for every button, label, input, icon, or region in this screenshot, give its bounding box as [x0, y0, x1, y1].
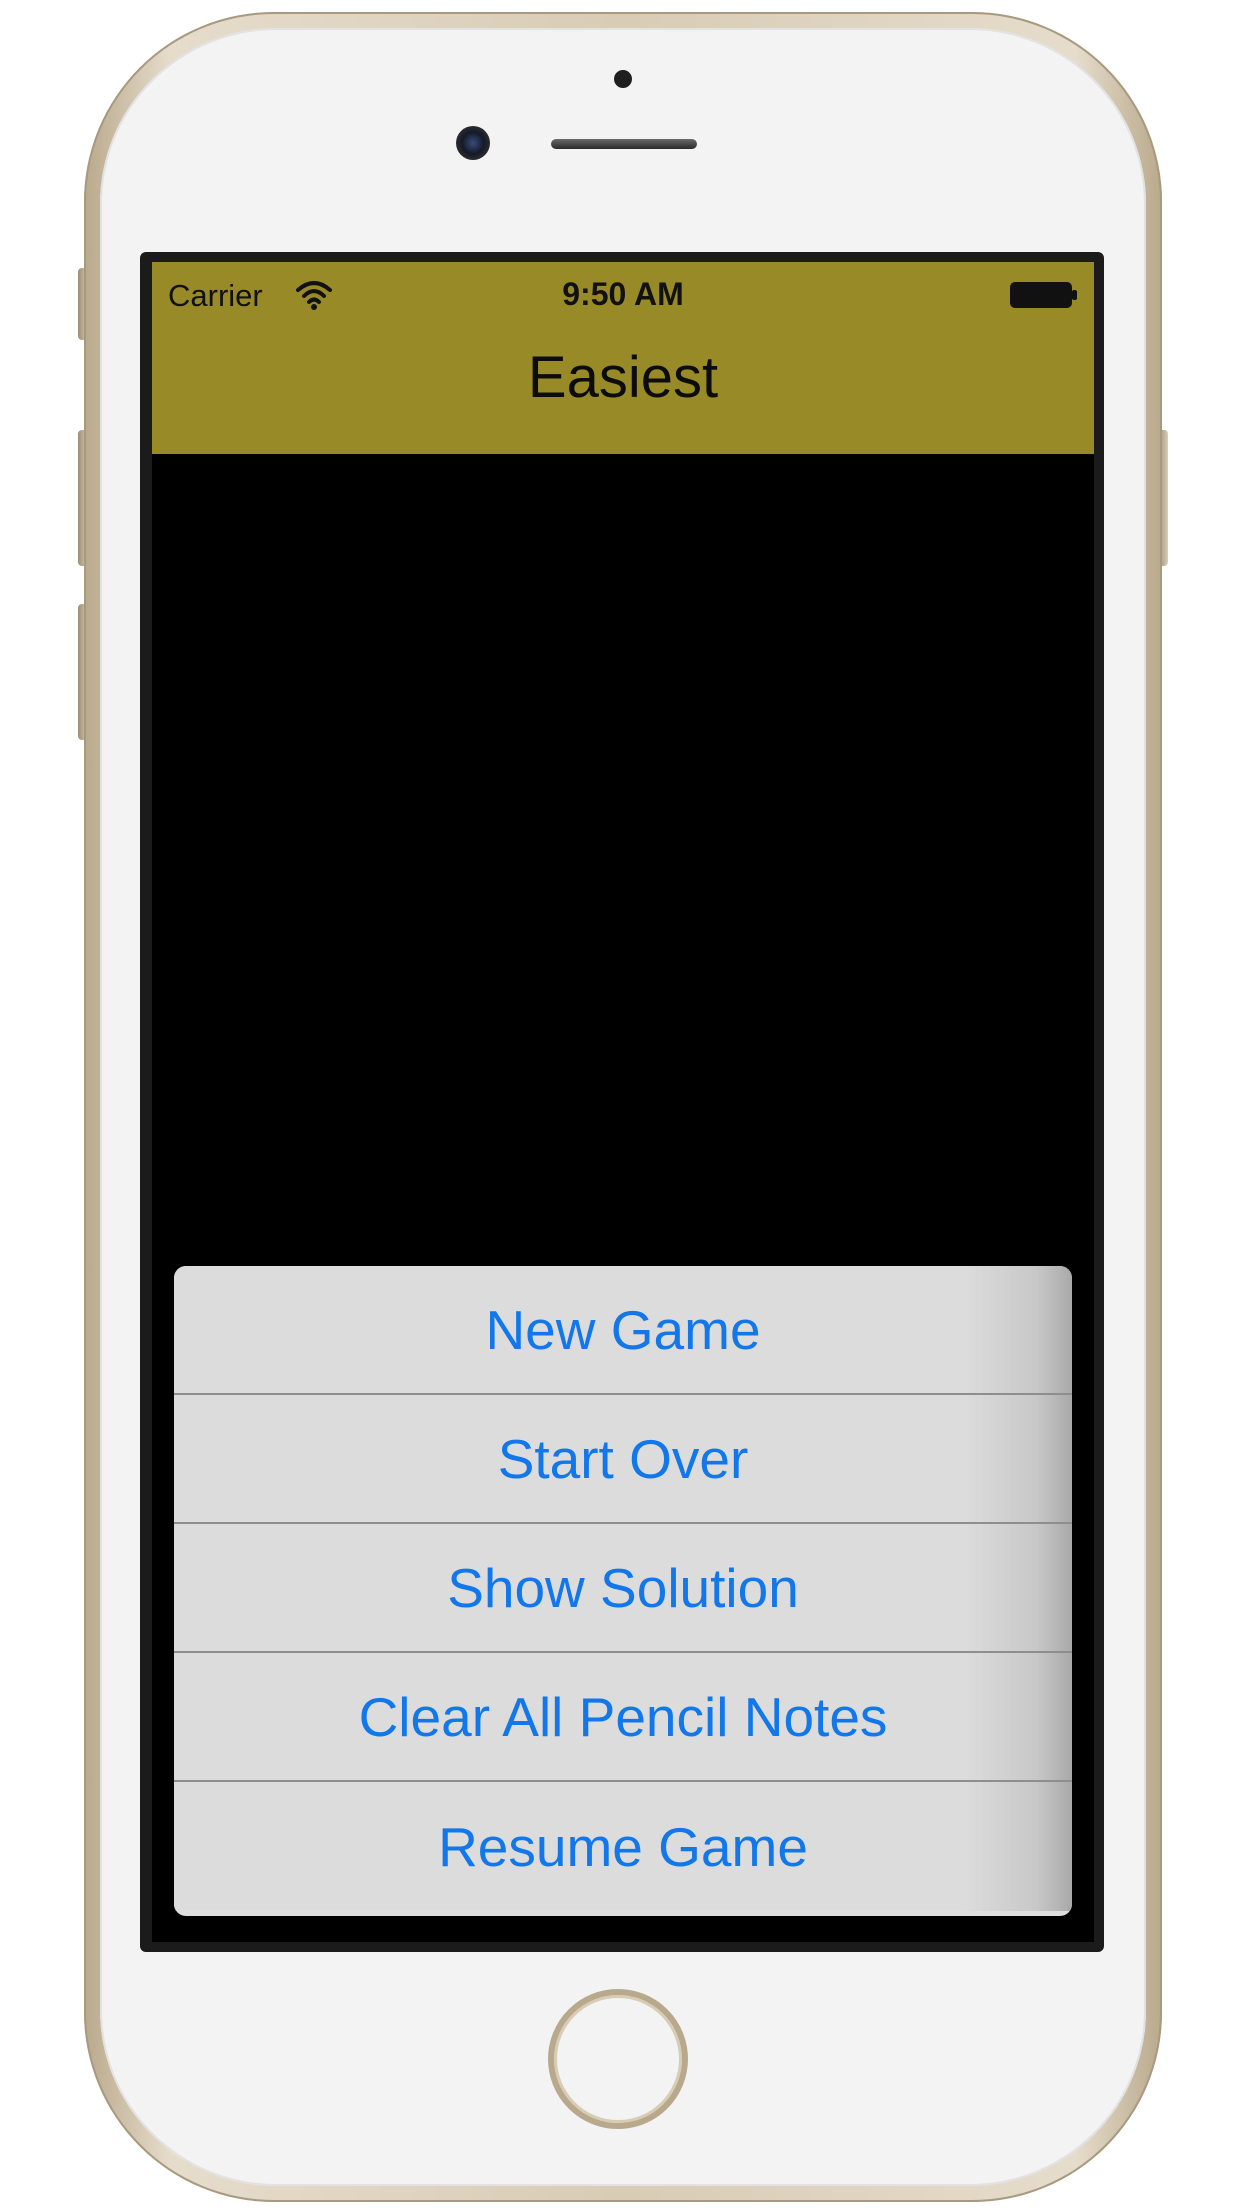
new-game-button[interactable]: New Game [174, 1266, 1072, 1395]
start-over-button[interactable]: Start Over [174, 1395, 1072, 1524]
resume-game-button[interactable]: Resume Game [174, 1782, 1072, 1911]
device-stage: Carrier 9:50 AM Easiest New Game Start O… [0, 0, 1242, 2208]
navigation-bar: Carrier 9:50 AM Easiest [152, 262, 1094, 454]
action-sheet: New Game Start Over Show Solution Clear … [174, 1266, 1072, 1916]
clear-pencil-notes-button[interactable]: Clear All Pencil Notes [174, 1653, 1072, 1782]
home-button[interactable] [548, 1989, 688, 2129]
proximity-sensor [614, 70, 632, 88]
page-title: Easiest [527, 345, 719, 410]
show-solution-button[interactable]: Show Solution [174, 1524, 1072, 1653]
earpiece-speaker [551, 139, 697, 149]
app-display: Carrier 9:50 AM Easiest New Game Start O… [152, 262, 1094, 1942]
front-camera-icon [456, 126, 490, 160]
status-time: 9:50 AM [562, 276, 684, 312]
battery-icon [1010, 282, 1077, 308]
